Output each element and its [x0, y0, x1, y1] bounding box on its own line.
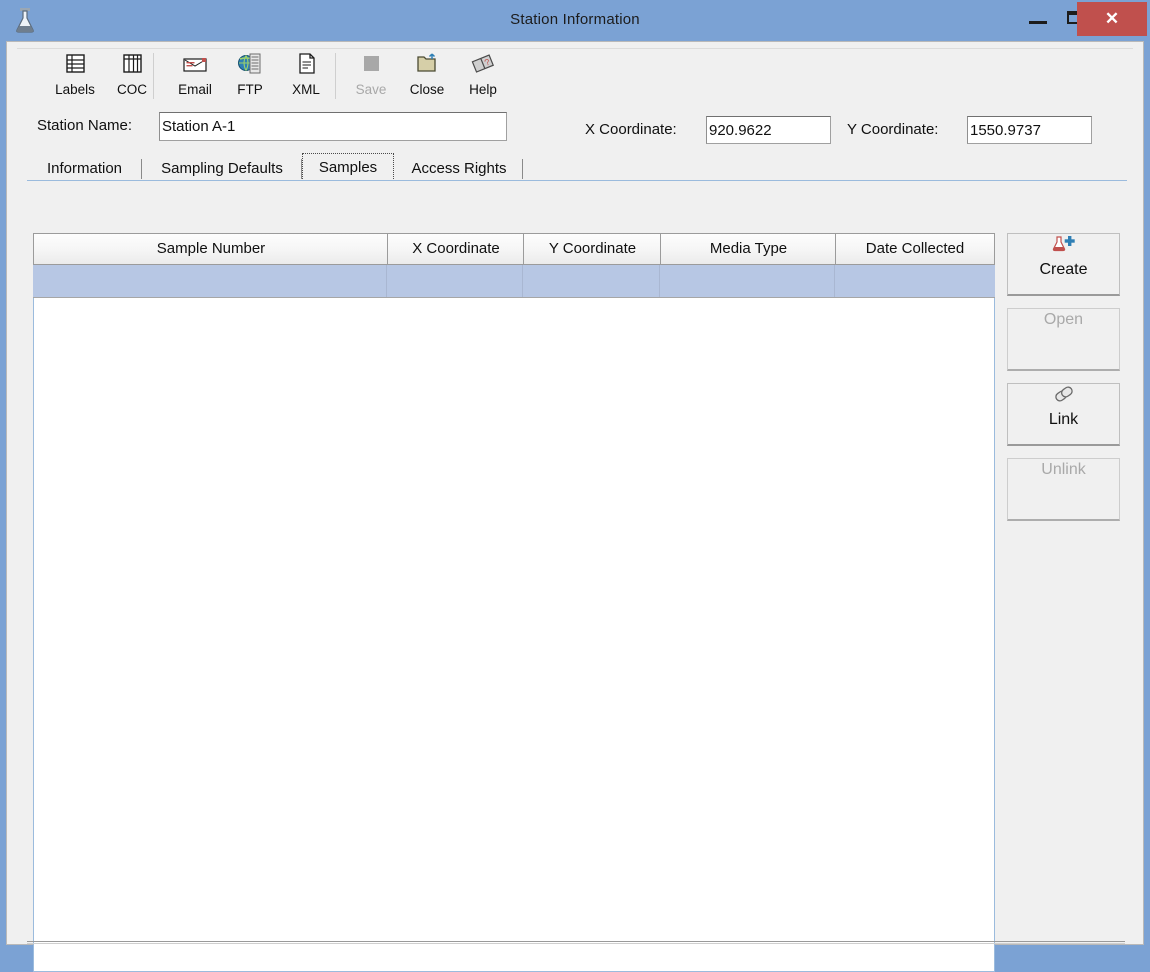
unlink-button-label: Unlink	[1041, 461, 1086, 478]
tab-strip: Information Sampling Defaults Samples Ac…	[27, 153, 1127, 181]
tab-label: Access Rights	[411, 160, 507, 177]
cell-media-type[interactable]	[660, 265, 835, 297]
samples-grid-header: Sample Number X Coordinate Y Coordinate …	[33, 233, 995, 265]
title-bar[interactable]: Station Information ✕	[0, 0, 1150, 41]
toolbar-label: Close	[409, 82, 445, 97]
y-coordinate-label: Y Coordinate:	[847, 121, 939, 138]
toolbar-label: COC	[117, 82, 147, 97]
toolbar-button-xml[interactable]: XML	[279, 51, 333, 101]
table-rows-icon	[61, 54, 89, 81]
toolbar-button-help[interactable]: ? Help	[457, 51, 509, 101]
link-button[interactable]: Link	[1007, 383, 1120, 446]
column-header-media-type[interactable]: Media Type	[661, 234, 836, 264]
column-header-label: Media Type	[709, 240, 788, 257]
close-icon: ✕	[1104, 9, 1120, 28]
toolbar-button-email[interactable]: Email	[167, 51, 223, 101]
toolbar: Labels COC Email FTP XML Save Close ? He…	[17, 48, 1133, 102]
tab-label: Information	[46, 160, 123, 177]
tab-information[interactable]: Information	[27, 156, 142, 181]
tab-label: Samples	[318, 159, 378, 176]
chain-link-icon	[1051, 386, 1077, 408]
y-coordinate-input[interactable]	[967, 116, 1092, 144]
samples-tab-page: Sample Number X Coordinate Y Coordinate …	[27, 180, 1127, 972]
fields-row: Station Name: X Coordinate: Y Coordinate…	[7, 108, 1143, 146]
table-cols-icon	[118, 54, 146, 81]
toolbar-button-close[interactable]: Close	[399, 51, 455, 101]
toolbar-separator	[335, 53, 336, 99]
open-button[interactable]: Open	[1007, 308, 1120, 371]
create-button[interactable]: Create	[1007, 233, 1120, 296]
flask-icon	[12, 6, 38, 34]
column-header-y-coordinate[interactable]: Y Coordinate	[524, 234, 661, 264]
open-button-label: Open	[1043, 311, 1084, 328]
toolbar-button-labels[interactable]: Labels	[47, 51, 103, 101]
toolbar-label: Email	[178, 82, 212, 97]
column-header-sample-number[interactable]: Sample Number	[34, 234, 388, 264]
save-icon	[357, 56, 385, 81]
column-header-label: Sample Number	[156, 240, 266, 257]
column-header-label: Y Coordinate	[548, 240, 637, 257]
help-book-icon: ?	[469, 54, 497, 81]
folder-close-icon	[413, 53, 441, 81]
column-header-label: X Coordinate	[412, 240, 500, 257]
cell-date-collected[interactable]	[835, 265, 993, 297]
minimize-icon	[1029, 21, 1047, 24]
link-button-label: Link	[1048, 411, 1079, 428]
close-button[interactable]: ✕	[1077, 2, 1147, 36]
toolbar-label: Labels	[55, 82, 95, 97]
sample-actions-panel: Create Open Link Unlink	[1003, 233, 1127, 972]
tab-access-rights[interactable]: Access Rights	[395, 156, 523, 181]
column-header-label: Date Collected	[865, 240, 965, 257]
tab-divider	[522, 159, 523, 179]
toolbar-button-coc[interactable]: COC	[105, 51, 159, 101]
x-coordinate-input[interactable]	[706, 116, 831, 144]
unlink-button[interactable]: Unlink	[1007, 458, 1120, 521]
create-button-label: Create	[1039, 261, 1088, 278]
tab-sampling-defaults[interactable]: Sampling Defaults	[142, 156, 302, 181]
client-area: Labels COC Email FTP XML Save Close ? He…	[6, 41, 1144, 972]
toolbar-button-ftp[interactable]: FTP	[225, 51, 275, 101]
toolbar-label: XML	[292, 82, 320, 97]
toolbar-label: FTP	[237, 82, 263, 97]
cell-sample-number[interactable]	[33, 265, 387, 297]
x-coordinate-label: X Coordinate:	[585, 121, 677, 138]
samples-grid[interactable]	[33, 233, 995, 972]
toolbar-label: Help	[469, 82, 497, 97]
tab-samples[interactable]: Samples	[302, 153, 394, 181]
window-bottom-edge	[27, 941, 1125, 944]
toolbar-button-save[interactable]: Save	[345, 51, 397, 101]
window-title: Station Information	[510, 11, 640, 28]
station-information-window: Station Information ✕ Labels COC Email F…	[0, 0, 1150, 972]
station-name-label: Station Name:	[37, 117, 133, 134]
cell-x-coordinate[interactable]	[387, 265, 523, 297]
cell-y-coordinate[interactable]	[523, 265, 660, 297]
column-header-x-coordinate[interactable]: X Coordinate	[388, 234, 524, 264]
flask-plus-icon	[1051, 236, 1077, 258]
column-header-date-collected[interactable]: Date Collected	[836, 234, 994, 264]
minimize-button[interactable]	[1020, 2, 1056, 32]
tab-label: Sampling Defaults	[161, 160, 283, 177]
globe-server-icon	[236, 53, 264, 81]
envelope-icon	[181, 58, 209, 81]
table-row[interactable]	[33, 265, 995, 298]
document-icon	[292, 53, 320, 81]
toolbar-label: Save	[355, 82, 387, 97]
station-name-input[interactable]	[159, 112, 507, 141]
